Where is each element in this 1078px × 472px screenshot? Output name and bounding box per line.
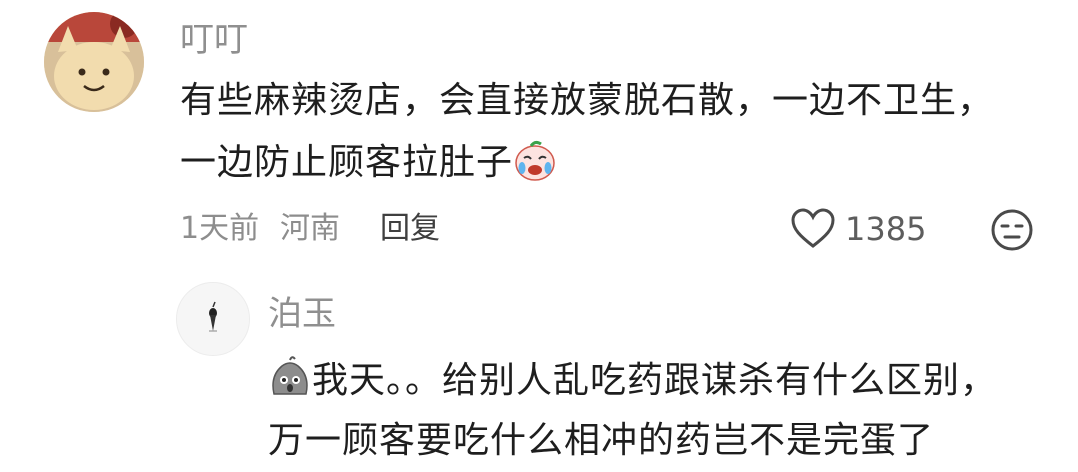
like-button[interactable] [790, 208, 836, 250]
comment-text-line-2: 一边防止顾客拉肚子 [180, 142, 514, 183]
comment-author[interactable]: 叮叮 [180, 20, 248, 60]
like-count: 1385 [845, 210, 927, 248]
reply-button[interactable]: 回复 [380, 211, 440, 247]
comment-text-line-1: 有些麻辣烫店，会直接放蒙脱石散，一边不卫生， [180, 80, 995, 121]
plush-toy-avatar-icon [44, 12, 144, 112]
comment-text-line-2-wrap: 一边防止顾客拉肚子 [180, 132, 557, 194]
reply-avatar[interactable] [176, 282, 250, 356]
shocked-blob-emoji-icon [272, 356, 308, 395]
reply-author[interactable]: 泊玉 [268, 294, 336, 334]
reaction-button[interactable] [990, 208, 1034, 252]
crying-face-emoji-icon [515, 140, 555, 181]
heart-icon [791, 208, 835, 248]
comment-location: 河南 [280, 211, 340, 246]
reply-text-line-1: 我天。。给别人乱吃药跟谋杀有什么区别， [312, 360, 998, 401]
reply-text-line-2: 万一顾客要吃什么相冲的药岂不是完蛋了 [268, 420, 935, 461]
avatar[interactable] [44, 12, 144, 112]
neutral-face-icon [991, 209, 1033, 251]
reply-text-line-1-wrap: 我天。。给别人乱吃药跟谋杀有什么区别， [268, 350, 997, 412]
comment-time: 1天前 [180, 211, 260, 246]
bird-avatar-icon [177, 283, 249, 355]
